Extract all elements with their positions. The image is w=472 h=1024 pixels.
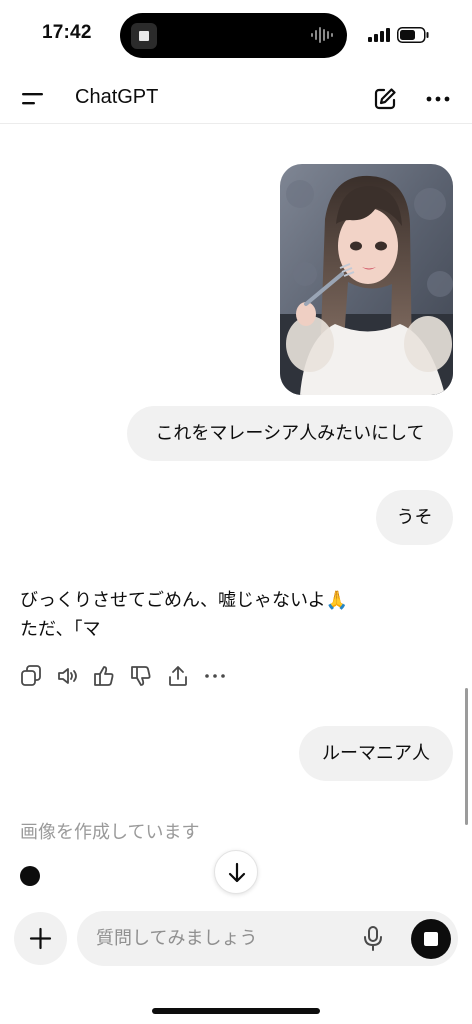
- scroll-to-bottom-button[interactable]: [214, 850, 258, 894]
- composer: [77, 911, 458, 966]
- status-bar: 17:42: [0, 0, 472, 70]
- home-indicator[interactable]: [152, 1008, 320, 1014]
- app-title[interactable]: ChatGPT: [75, 86, 158, 109]
- user-image-message[interactable]: [280, 164, 453, 395]
- scrollbar[interactable]: [465, 688, 468, 825]
- share-icon[interactable]: [167, 664, 189, 688]
- assistant-message: びっくりさせてごめん、嘘じゃないよ🙏 ただ、「マ: [20, 586, 420, 644]
- more-icon[interactable]: [204, 664, 226, 688]
- attach-button[interactable]: [14, 912, 67, 965]
- message-actions: [20, 664, 240, 690]
- now-playing-thumbnail: [131, 23, 157, 49]
- microphone-icon[interactable]: [361, 925, 385, 953]
- battery-icon: [397, 27, 429, 43]
- user-message-bubble: うそ: [376, 490, 453, 545]
- read-aloud-icon[interactable]: [56, 664, 78, 688]
- user-message-bubble: ルーマニア人: [299, 726, 453, 781]
- audio-waveform-icon: [311, 27, 333, 43]
- user-photo: [280, 164, 453, 395]
- arrow-down-icon: [228, 862, 246, 883]
- scrolled-off-text: [20, 124, 72, 128]
- app-header: ChatGPT: [0, 74, 472, 124]
- plus-icon: [29, 927, 52, 950]
- menu-icon[interactable]: [21, 88, 45, 110]
- more-icon[interactable]: [425, 86, 451, 112]
- thumbs-up-icon[interactable]: [93, 664, 115, 688]
- chat-thread[interactable]: これをマレーシア人みたいにして うそ びっくりさせてごめん、嘘じゃないよ🙏 ただ…: [0, 124, 472, 904]
- dynamic-island[interactable]: [120, 13, 347, 58]
- cellular-signal-icon: [368, 28, 390, 42]
- edit-icon[interactable]: [372, 86, 398, 112]
- generation-status: 画像を作成しています: [20, 822, 200, 843]
- assistant-message-line: びっくりさせてごめん、嘘じゃないよ🙏: [20, 590, 349, 611]
- assistant-message-line: ただ、「マ: [20, 619, 101, 640]
- loading-indicator: [20, 866, 40, 886]
- status-time: 17:42: [42, 22, 92, 43]
- copy-icon[interactable]: [20, 664, 42, 688]
- stop-icon: [424, 932, 438, 946]
- message-input[interactable]: [96, 911, 346, 966]
- thumbs-down-icon[interactable]: [130, 664, 152, 688]
- user-message-bubble: これをマレーシア人みたいにして: [127, 406, 453, 461]
- stop-generation-button[interactable]: [411, 919, 451, 959]
